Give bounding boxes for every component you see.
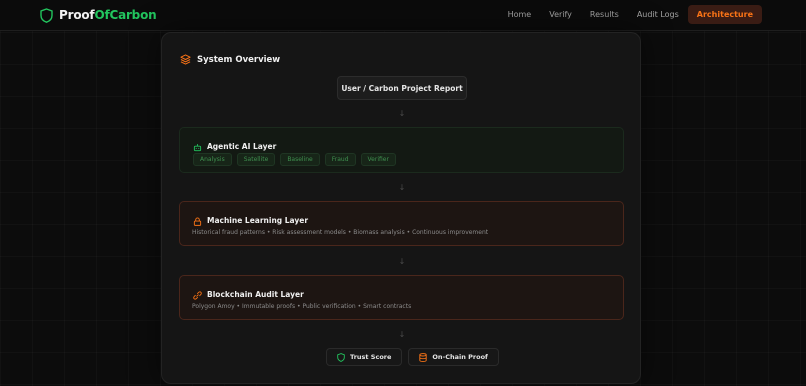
brand-name-part2: OfCarbon <box>94 8 157 22</box>
chip-fraud: Fraud <box>324 153 356 166</box>
layer-title: Machine Learning Layer <box>207 216 309 225</box>
layer-description: Polygon Amoy • Immutable proofs • Public… <box>192 303 412 310</box>
layer-description: Historical fraud patterns • Risk assessm… <box>192 229 489 236</box>
brand-name-part1: Proof <box>59 8 95 22</box>
layer-title: Agentic AI Layer <box>207 142 277 151</box>
on-chain-proof-output: On-Chain Proof <box>408 348 499 366</box>
shield-icon <box>337 352 345 362</box>
nav-link-architecture[interactable]: Architecture <box>687 4 762 24</box>
nav-link-results[interactable]: Results <box>581 5 628 24</box>
panel-title: System Overview <box>180 50 280 69</box>
layer-header: Blockchain Audit Layer <box>193 285 304 304</box>
link-icon <box>193 285 202 304</box>
blockchain-audit-layer: Blockchain Audit Layer Polygon Amoy • Im… <box>179 275 624 320</box>
chip-analysis: Analysis <box>193 153 232 166</box>
database-icon <box>419 352 428 362</box>
agentic-ai-layer: Agentic AI Layer Analysis Satellite Base… <box>179 127 624 173</box>
output-label: On-Chain Proof <box>432 353 488 361</box>
system-overview-panel: System Overview User / Carbon Project Re… <box>161 32 641 384</box>
output-label: Trust Score <box>350 353 392 361</box>
nav-links: Home Verify Results Audit Logs Architect… <box>499 4 762 24</box>
brand-name: ProofOfCarbon <box>59 8 157 22</box>
chip-verifier: Verifier <box>360 153 396 166</box>
input-source-box: User / Carbon Project Report <box>337 76 467 100</box>
nav-link-verify[interactable]: Verify <box>540 5 581 24</box>
layer-header: Machine Learning Layer <box>193 211 308 230</box>
agent-chips: Analysis Satellite Baseline Fraud Verifi… <box>193 153 396 166</box>
panel-title-text: System Overview <box>197 54 281 65</box>
flow-arrow: ↓ <box>398 109 406 118</box>
top-navbar: ProofOfCarbon Home Verify Results Audit … <box>0 0 806 31</box>
brand-logo[interactable]: ProofOfCarbon <box>40 6 157 24</box>
lock-icon <box>193 211 202 230</box>
layer-title: Blockchain Audit Layer <box>207 290 304 299</box>
nav-link-home[interactable]: Home <box>499 5 541 24</box>
flow-arrow: ↓ <box>398 330 406 339</box>
flow-arrow: ↓ <box>398 257 406 266</box>
flow-arrow: ↓ <box>398 183 406 192</box>
trust-score-output: Trust Score <box>326 348 403 366</box>
layers-icon <box>180 50 191 69</box>
chip-satellite: Satellite <box>236 153 276 166</box>
shield-icon <box>40 7 53 23</box>
chip-baseline: Baseline <box>280 153 320 166</box>
output-row: Trust Score On-Chain Proof <box>326 348 499 366</box>
nav-link-audit-logs[interactable]: Audit Logs <box>628 5 688 24</box>
machine-learning-layer: Machine Learning Layer Historical fraud … <box>179 201 624 246</box>
